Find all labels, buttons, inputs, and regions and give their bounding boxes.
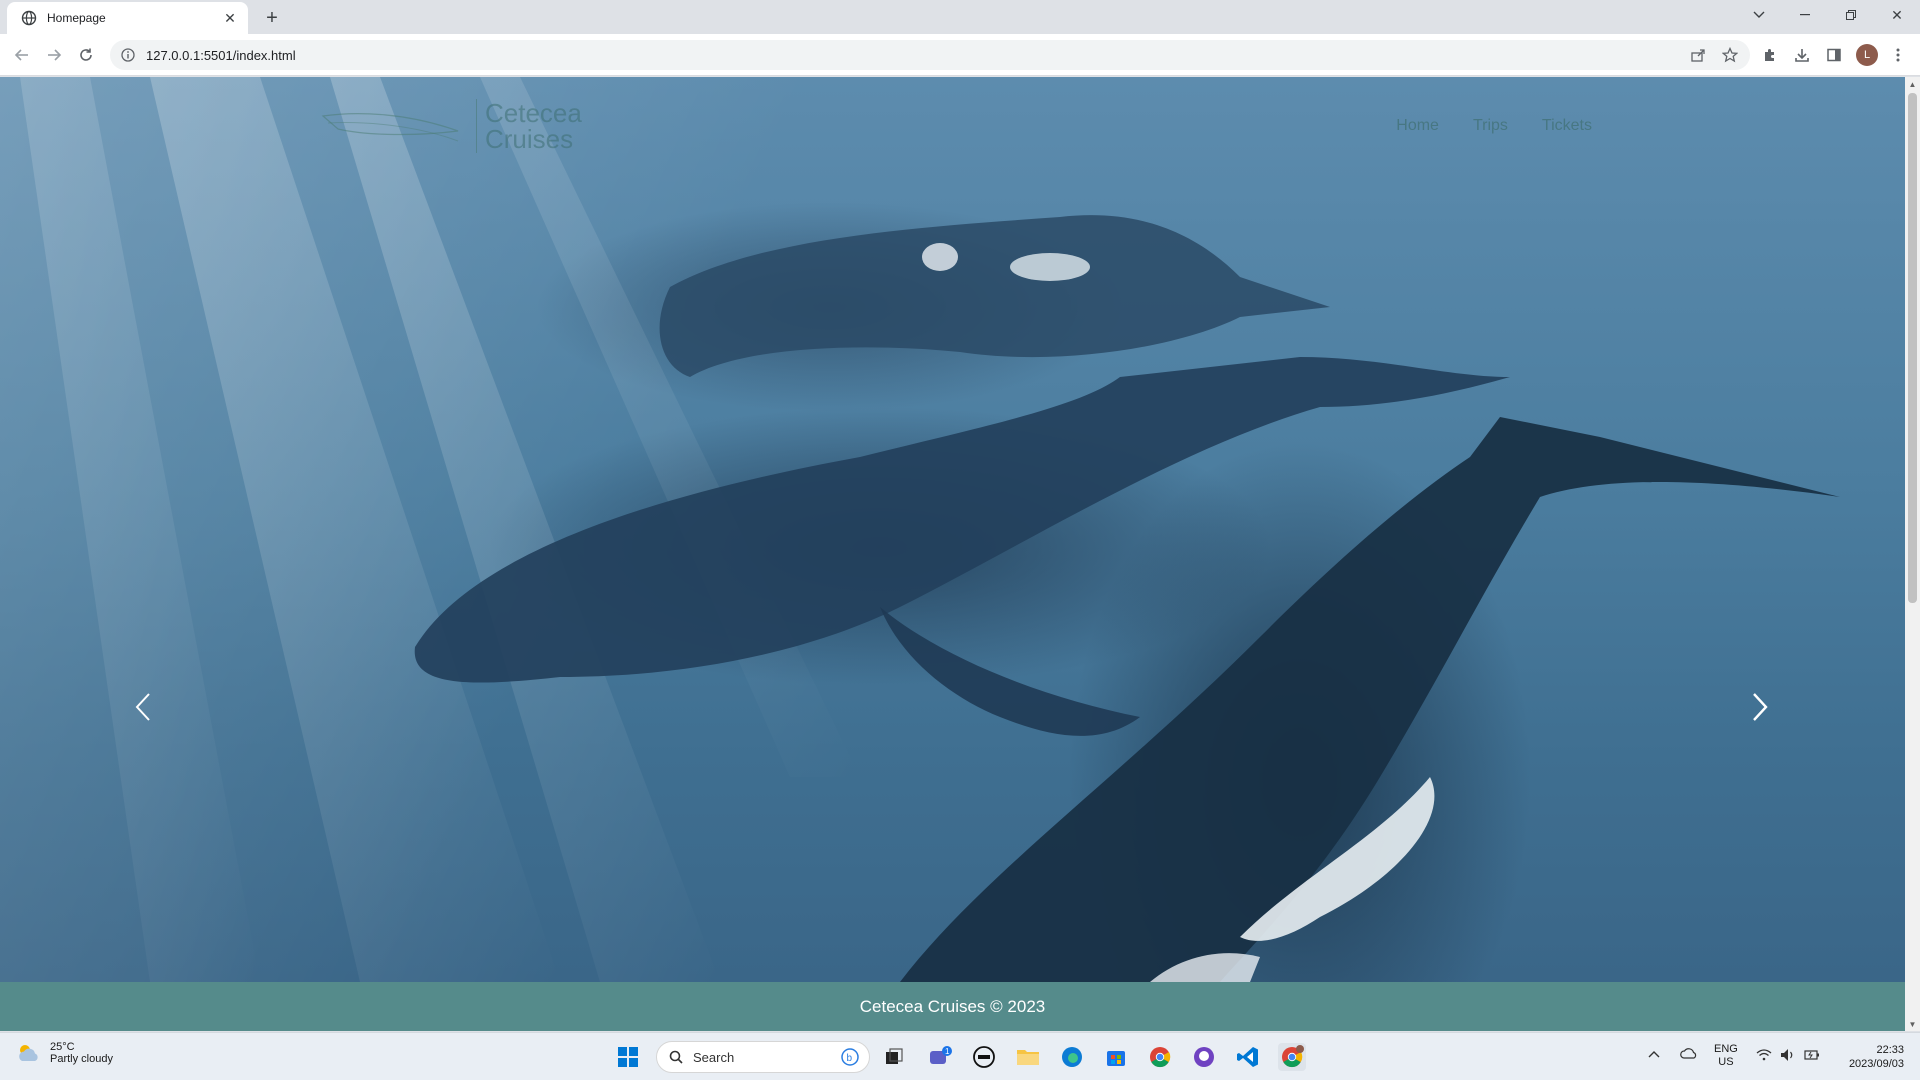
nav-link-home[interactable]: Home (1396, 117, 1439, 135)
onedrive-icon[interactable] (1680, 1047, 1698, 1063)
logo-text: Cetecea Cruises (485, 100, 582, 152)
region-code: US (1718, 1056, 1734, 1068)
page-scrollbar[interactable]: ▲ ▼ (1905, 77, 1920, 1031)
whale-logo-icon (321, 113, 459, 142)
teams-badge-count: 1 (945, 1047, 950, 1056)
main-nav: Home Trips Tickets (1396, 117, 1905, 135)
weather-temperature: 25°C (50, 1041, 75, 1053)
site-footer: Cetecea Cruises © 2023 (0, 982, 1905, 1031)
teams-chat-icon[interactable]: 1 (926, 1043, 954, 1071)
tab-title: Homepage (47, 11, 106, 25)
share-icon[interactable] (1688, 45, 1708, 65)
scroll-up-icon[interactable]: ▲ (1905, 77, 1920, 91)
logo-line-1: Cetecea (485, 98, 582, 128)
windows-start-icon[interactable] (614, 1043, 642, 1071)
language-code: ENG (1714, 1043, 1738, 1055)
carousel-next-button[interactable] (1740, 677, 1780, 737)
nav-link-tickets[interactable]: Tickets (1542, 117, 1592, 135)
forward-button[interactable] (42, 43, 66, 67)
tab-homepage[interactable]: Homepage ✕ (7, 2, 248, 34)
volume-icon[interactable] (1780, 1048, 1796, 1066)
edge-icon[interactable] (1058, 1043, 1086, 1071)
dell-icon[interactable] (970, 1043, 998, 1071)
site-logo[interactable]: Cetecea Cruises (318, 97, 582, 155)
weather-widget[interactable]: 25°C Partly cloudy (16, 1041, 113, 1065)
microsoft-store-icon[interactable] (1102, 1043, 1130, 1071)
extensions-icon[interactable] (1758, 43, 1782, 67)
search-label: Search (693, 1049, 735, 1065)
minimize-button[interactable] (1782, 0, 1828, 30)
bookmark-star-icon[interactable] (1720, 45, 1740, 65)
tab-search-button[interactable] (1736, 0, 1782, 30)
scroll-thumb[interactable] (1908, 93, 1917, 603)
address-bar[interactable]: 127.0.0.1:5501/index.html (110, 40, 1750, 70)
browser-toolbar: 127.0.0.1:5501/index.html L (0, 34, 1920, 76)
footer-copyright: Cetecea Cruises © 2023 (859, 996, 1046, 1016)
new-tab-button[interactable]: + (260, 6, 284, 30)
github-desktop-icon[interactable] (1190, 1043, 1218, 1071)
profile-avatar[interactable]: L (1856, 44, 1878, 66)
close-tab-icon[interactable]: ✕ (222, 10, 238, 26)
logo-divider (476, 99, 477, 153)
hero-carousel-image: Cetecea Cruises Home Trips Tickets (0, 77, 1905, 982)
show-hidden-icons-button[interactable] (1648, 1049, 1660, 1062)
nav-link-trips[interactable]: Trips (1473, 117, 1508, 135)
globe-icon (21, 10, 37, 26)
restore-button[interactable] (1828, 0, 1874, 30)
wifi-icon[interactable] (1756, 1049, 1772, 1065)
carousel-prev-button[interactable] (123, 677, 163, 737)
chrome-icon[interactable] (1146, 1043, 1174, 1071)
chrome-active-icon[interactable] (1278, 1043, 1306, 1071)
chevron-right-icon (1753, 693, 1768, 721)
svg-text:b: b (847, 1053, 853, 1064)
reload-button[interactable] (74, 43, 98, 67)
weather-condition: Partly cloudy (50, 1053, 113, 1065)
language-indicator[interactable]: ENG US (1714, 1043, 1738, 1069)
clock-date: 2023/09/03 (1848, 1058, 1904, 1070)
logo-line-2: Cruises (485, 124, 574, 154)
system-clock[interactable]: 22:33 2023/09/03 (1849, 1043, 1904, 1071)
search-icon (669, 1050, 683, 1064)
menu-kebab-icon[interactable] (1886, 43, 1910, 67)
back-button[interactable] (10, 43, 34, 67)
file-explorer-icon[interactable] (1014, 1043, 1042, 1071)
page-viewport: Cetecea Cruises Home Trips Tickets Cetec… (0, 77, 1905, 1031)
vscode-icon[interactable] (1234, 1043, 1262, 1071)
site-info-icon[interactable] (120, 47, 136, 63)
taskbar-search[interactable]: Search b (656, 1041, 870, 1073)
tab-strip: Homepage ✕ + ✕ (0, 0, 1920, 34)
task-view-icon[interactable] (880, 1043, 908, 1071)
scroll-down-icon[interactable]: ▼ (1905, 1017, 1920, 1031)
chevron-left-icon (135, 693, 150, 721)
side-panel-icon[interactable] (1822, 43, 1846, 67)
bing-icon: b (841, 1048, 859, 1066)
clock-time: 22:33 (1876, 1044, 1904, 1056)
battery-icon[interactable] (1804, 1048, 1820, 1066)
partly-cloudy-icon (19, 1045, 38, 1061)
windows-taskbar: 25°C Partly cloudy Search b 1 ENG US 22:… (0, 1032, 1920, 1080)
downloads-icon[interactable] (1790, 43, 1814, 67)
whale-illustration (20, 77, 1840, 982)
url-text: 127.0.0.1:5501/index.html (146, 47, 296, 63)
close-window-button[interactable]: ✕ (1874, 0, 1920, 30)
